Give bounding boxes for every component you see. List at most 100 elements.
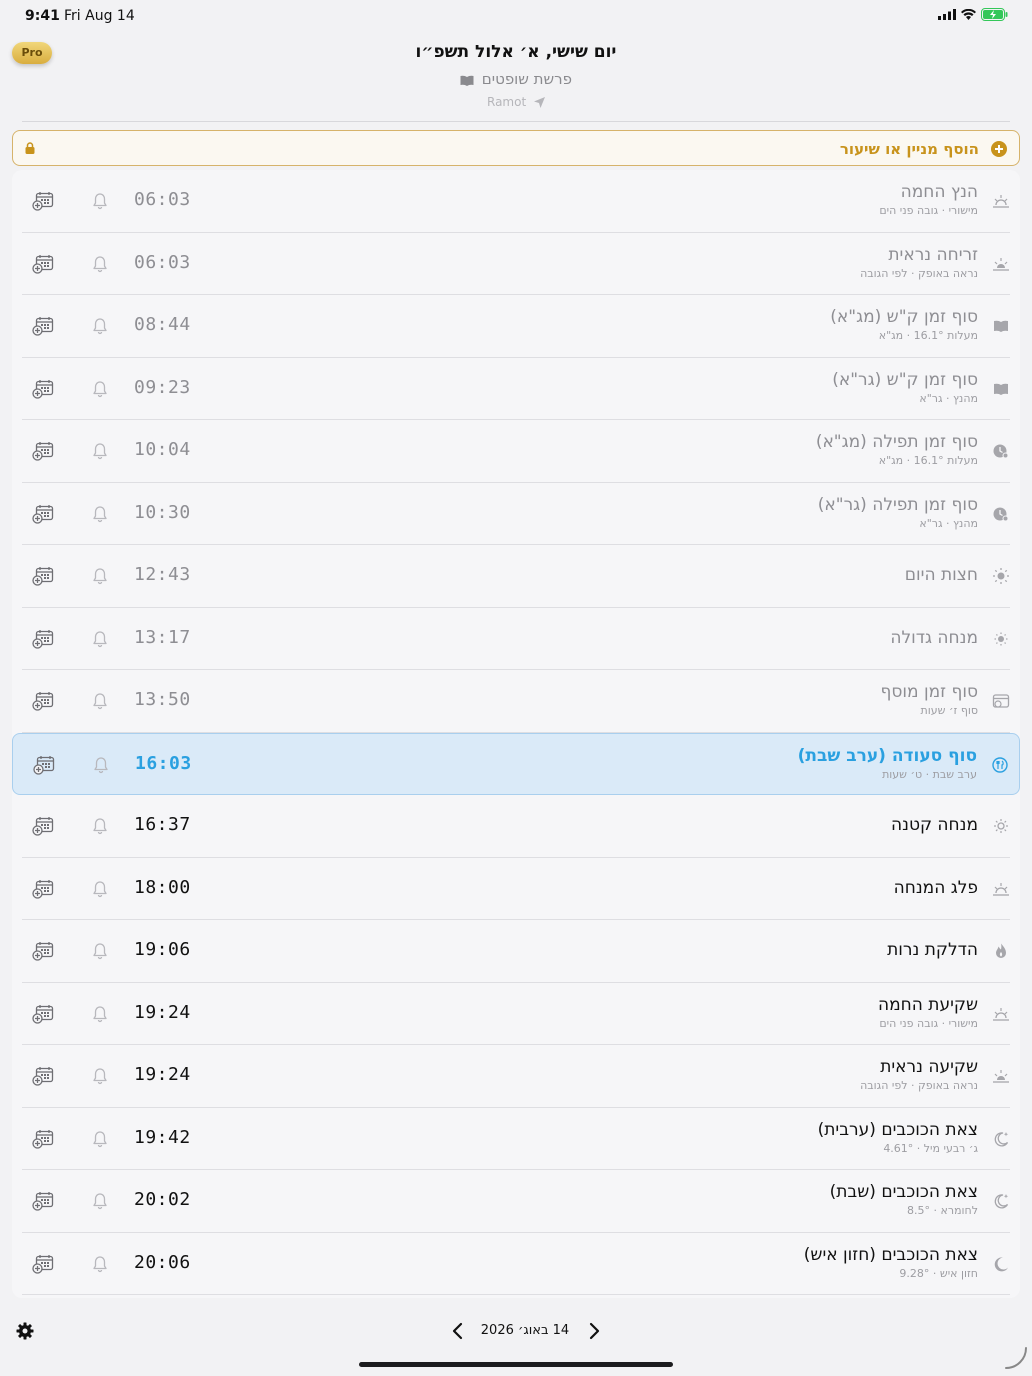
zman-name: סוף זמן תפילה (מג"א)	[815, 432, 978, 452]
add-to-calendar-icon[interactable]	[33, 755, 55, 779]
zman-name: מנחה קטנה	[891, 815, 978, 835]
bell-icon[interactable]	[92, 255, 108, 277]
location-label[interactable]: Ramot	[0, 95, 1032, 109]
sunset-icon	[992, 1005, 1010, 1027]
zman-row[interactable]: 10:04 סוף זמן תפילה (מג"א) מעלות 16.1° · מ…	[12, 420, 1020, 483]
zman-texts: סוף זמן ק"ש (מג"א) מעלות 16.1° · מג"א	[830, 307, 978, 342]
add-to-calendar-icon[interactable]	[32, 1066, 54, 1090]
zman-row[interactable]: 16:03 סוף סעודה (ערב שבת) ערב שבת · ט׳ שעו…	[12, 732, 1020, 795]
bell-icon[interactable]	[92, 317, 108, 339]
chevron-left-icon[interactable]	[450, 1322, 466, 1340]
bell-icon[interactable]	[92, 880, 108, 902]
bell-icon[interactable]	[92, 1005, 108, 1027]
zman-name: סוף זמן תפילה (גר"א)	[817, 494, 978, 515]
add-to-calendar-icon[interactable]	[32, 1191, 54, 1215]
add-to-calendar-icon[interactable]	[32, 254, 54, 278]
zman-name: צאת הכוכבים (שבת)	[829, 1182, 978, 1202]
zman-name: זריחה נראית	[888, 244, 978, 265]
add-minyan-button[interactable]: הוסף מניין או שיעור	[12, 130, 1020, 166]
bell-icon[interactable]	[92, 1067, 108, 1089]
zman-row[interactable]: 06:03 זריחה נראית נראה באופק · לפי הגובה	[12, 233, 1020, 295]
bell-icon[interactable]	[92, 942, 108, 964]
zman-texts: פלג המנחה	[894, 878, 978, 898]
zman-time: 19:24	[134, 1001, 191, 1023]
bell-icon[interactable]	[92, 692, 108, 714]
bell-icon[interactable]	[92, 1192, 108, 1214]
add-to-calendar-icon[interactable]	[32, 1004, 54, 1028]
zman-subtitle: נראה באופק · לפי הגובה	[860, 1079, 978, 1092]
home-indicator[interactable]	[359, 1362, 673, 1367]
zman-row[interactable]: 13:17 מנחה גדולה	[12, 608, 1020, 670]
prayer-clock-icon	[992, 442, 1010, 464]
zman-subtitle: חזון איש · 9.28°	[899, 1266, 978, 1280]
lock-icon	[25, 142, 35, 154]
plus-circle-icon	[991, 141, 1007, 157]
zman-row[interactable]: 06:03 הנץ החמה מישורי · גובה פני הים	[12, 170, 1020, 233]
zman-time: 06:03	[134, 251, 191, 273]
zman-name: סוף סעודה (ערב שבת)	[797, 745, 977, 766]
add-to-calendar-icon[interactable]	[32, 941, 54, 965]
add-to-calendar-icon[interactable]	[32, 379, 54, 403]
zman-subtitle: מהנץ · גר"א	[919, 391, 978, 405]
zman-row[interactable]: 12:43 חצות היום	[12, 545, 1020, 608]
footer-date[interactable]: 14 באוג׳ 2026	[475, 1323, 575, 1338]
add-to-calendar-icon[interactable]	[32, 191, 54, 215]
zman-row[interactable]: 19:42 צאת הכוכבים (ערבית) ג׳ רבעי מיל · 4.…	[12, 1108, 1020, 1170]
zman-name: הדלקת נרות	[887, 940, 978, 960]
bell-icon[interactable]	[92, 380, 108, 402]
add-to-calendar-icon[interactable]	[32, 316, 54, 340]
bell-icon[interactable]	[92, 1255, 108, 1277]
chevron-right-icon[interactable]	[586, 1322, 602, 1340]
add-to-calendar-icon[interactable]	[32, 1129, 54, 1153]
zman-row[interactable]: 13:50 סוף זמן מוסף סוף ז׳ שעות	[12, 670, 1020, 733]
zman-name: צאת הכוכבים (ערבית)	[817, 1119, 978, 1140]
zman-row[interactable]: 19:24 שקיעה נראית נראה באופק · לפי הגובה	[12, 1045, 1020, 1108]
bell-icon[interactable]	[92, 630, 108, 652]
book-icon	[992, 380, 1010, 402]
zman-row[interactable]: 16:37 מנחה קטנה	[12, 795, 1020, 858]
zman-row[interactable]: 20:02 צאת הכוכבים (שבת) לחומרא · 8.5°	[12, 1170, 1020, 1233]
status-bar: 9:41 Fri Aug 14	[0, 0, 1032, 34]
bell-icon[interactable]	[92, 192, 108, 214]
moon-star-icon	[992, 1192, 1010, 1214]
zman-time: 10:04	[134, 439, 191, 460]
add-to-calendar-icon[interactable]	[32, 504, 54, 528]
zman-row[interactable]: 08:44 סוף זמן ק"ש (מג"א) מעלות 16.1° · מג"…	[12, 295, 1020, 358]
bell-icon[interactable]	[92, 817, 108, 839]
zman-subtitle: סוף ז׳ שעות	[920, 704, 978, 717]
zman-texts: צאת הכוכבים (ערבית) ג׳ רבעי מיל · 4.61°	[818, 1120, 978, 1155]
zman-row[interactable]: 09:23 סוף זמן ק"ש (גר"א) מהנץ · גר"א	[12, 358, 1020, 420]
add-to-calendar-icon[interactable]	[32, 1254, 54, 1278]
zman-row[interactable]: 19:06 הדלקת נרות	[12, 920, 1020, 983]
zman-texts: סוף זמן מוסף סוף ז׳ שעות	[881, 682, 979, 717]
add-to-calendar-icon[interactable]	[32, 566, 54, 590]
add-to-calendar-icon[interactable]	[32, 816, 54, 840]
add-to-calendar-icon[interactable]	[32, 629, 54, 653]
add-to-calendar-icon[interactable]	[32, 691, 54, 715]
zman-row[interactable]: 19:24 שקיעת החמה מישורי · גובה פני הים	[12, 983, 1020, 1045]
sunrise-visible-icon	[992, 255, 1010, 277]
sunrise-icon	[992, 192, 1010, 214]
zman-name: סוף זמן מוסף	[880, 682, 979, 702]
bell-icon[interactable]	[93, 756, 109, 778]
zman-time: 19:24	[134, 1064, 191, 1085]
bell-icon[interactable]	[92, 505, 108, 527]
zman-name: מנחה גדולה	[890, 627, 978, 648]
zman-row[interactable]: 18:00 פלג המנחה	[12, 858, 1020, 920]
zman-row[interactable]: 20:06 צאת הכוכבים (חזון איש) חזון איש · 9.…	[12, 1233, 1020, 1295]
bell-icon[interactable]	[92, 442, 108, 464]
gear-icon[interactable]	[16, 1322, 34, 1340]
add-to-calendar-icon[interactable]	[32, 441, 54, 465]
wifi-icon	[961, 9, 976, 20]
zman-texts: מנחה קטנה	[891, 815, 978, 835]
zman-name: הנץ החמה	[900, 182, 978, 202]
scroll-arc-icon	[1005, 1347, 1027, 1369]
zman-time: 13:50	[134, 689, 191, 710]
zman-row[interactable]: 10:30 סוף זמן תפילה (גר"א) מהנץ · גר"א	[12, 483, 1020, 545]
bell-icon[interactable]	[92, 567, 108, 589]
add-to-calendar-icon[interactable]	[32, 879, 54, 903]
zman-texts: סוף זמן ק"ש (גר"א) מהנץ · גר"א	[832, 370, 978, 405]
zman-time: 19:06	[134, 939, 191, 960]
bell-icon[interactable]	[92, 1130, 108, 1152]
zman-subtitle: ג׳ רבעי מיל · 4.61°	[883, 1141, 978, 1155]
